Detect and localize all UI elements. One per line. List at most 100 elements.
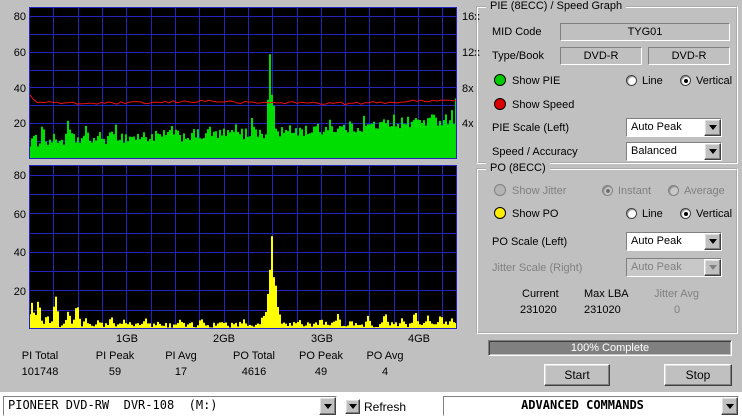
disc-quality-scan-window: { "chart_data": [ { "id": "pie-graph", "…	[0, 0, 742, 420]
po-scale-dropdown-button[interactable]	[704, 233, 721, 250]
jitter-scale-value: Auto Peak	[627, 259, 704, 276]
stop-button[interactable]: Stop	[664, 364, 732, 386]
stat-label: PO Total	[233, 350, 275, 362]
xtick-3gb: 3GB	[310, 333, 334, 345]
stat-value: 101748	[21, 366, 59, 378]
po-scale-select[interactable]: Auto Peak	[626, 232, 722, 251]
xtick-1gb: 1GB	[115, 333, 139, 345]
stat-pi-total: PI Total 101748	[4, 350, 76, 378]
jitter-average-radio[interactable]	[668, 185, 679, 196]
po-ytick: 60	[13, 209, 26, 221]
chevron-down-icon	[708, 149, 717, 154]
pie-scale-value: Auto Peak	[627, 119, 704, 136]
book-type-value: DVD-R	[648, 47, 730, 65]
speed-accuracy-value: Balanced	[627, 143, 704, 160]
stat-value: 17	[174, 366, 188, 378]
refresh-arrow-icon	[348, 404, 357, 409]
stat-pi-avg: PI Avg 17	[152, 350, 210, 378]
refresh-button[interactable]	[345, 399, 360, 414]
show-pie-label: Show PIE	[512, 75, 561, 87]
scan-progress-bar: 100% Complete	[488, 340, 732, 356]
po-scale-value: Auto Peak	[627, 233, 704, 250]
stat-value: 4616	[241, 366, 267, 378]
jitter-instant-radio[interactable]	[602, 185, 613, 196]
chevron-down-icon	[708, 239, 717, 244]
show-jitter-led-icon[interactable]	[494, 184, 506, 196]
show-speed-label: Show Speed	[512, 99, 575, 111]
speed-accuracy-label: Speed / Accuracy	[492, 146, 578, 158]
pie-speed-graph	[29, 7, 457, 159]
stat-label: PO Avg	[366, 350, 404, 362]
speed-accuracy-select[interactable]: Balanced	[626, 142, 722, 161]
show-jitter-label: Show Jitter	[512, 185, 567, 197]
stat-value: 4	[381, 366, 389, 378]
stat-label: PO Peak	[298, 350, 344, 362]
pie-ytick: 20	[13, 118, 26, 130]
drive-dropdown-button[interactable]	[319, 397, 336, 415]
max-lba-label: Max LBA	[584, 288, 629, 300]
show-pie-led-icon[interactable]	[494, 74, 506, 86]
stat-value: 59	[108, 366, 122, 378]
show-po-label: Show PO	[512, 208, 559, 220]
stat-po-peak: PO Peak 49	[290, 350, 352, 378]
pie-scale-dropdown-button[interactable]	[704, 119, 721, 136]
po-scale-label: PO Scale (Left)	[492, 236, 568, 248]
advanced-commands-value: ADVANCED COMMANDS	[444, 397, 721, 415]
po-ytick: 40	[13, 247, 26, 259]
disc-type-value: DVD-R	[560, 47, 642, 65]
stat-po-total: PO Total 4616	[220, 350, 288, 378]
mid-code-value: TYG01	[560, 23, 730, 41]
chevron-down-icon	[708, 265, 717, 270]
xtick-4gb: 4GB	[407, 333, 431, 345]
stat-po-avg: PO Avg 4	[360, 350, 410, 378]
pie-line-radio[interactable]	[626, 75, 637, 86]
stat-pi-peak: PI Peak 59	[84, 350, 146, 378]
chevron-down-icon	[708, 125, 717, 130]
pie-ytick: 80	[13, 11, 26, 23]
jitter-instant-label: Instant	[618, 185, 652, 197]
mid-code-label: MID Code	[492, 26, 542, 38]
start-button[interactable]: Start	[544, 364, 610, 386]
po-vertical-radio[interactable]	[680, 208, 691, 219]
pie-vertical-radio[interactable]	[680, 75, 691, 86]
po-ytick: 80	[13, 170, 26, 182]
jitter-avg-label: Jitter Avg	[654, 288, 700, 300]
jitter-avg-value: 0	[674, 304, 681, 316]
po-vertical-label[interactable]: Vertical	[696, 208, 732, 220]
chevron-down-icon	[323, 403, 332, 409]
bottom-bar: PIONEER DVD-RW DVR-108 (M:) Refresh ADVA…	[0, 392, 742, 420]
jitter-scale-label: Jitter Scale (Right)	[492, 262, 583, 274]
chevron-down-icon	[725, 403, 734, 409]
po-graph	[29, 165, 457, 329]
stat-label: PI Peak	[95, 350, 135, 362]
pie-line-label[interactable]: Line	[642, 75, 663, 87]
current-label: Current	[522, 288, 559, 300]
max-lba-value: 231020	[584, 304, 621, 316]
type-book-label: Type/Book	[492, 50, 544, 62]
stat-value: 49	[314, 366, 328, 378]
po-panel: PO (8ECC) Show Jitter Instant Average Sh…	[476, 162, 738, 334]
po-panel-title: PO (8ECC)	[486, 162, 550, 174]
pie-ytick: 60	[13, 47, 26, 59]
po-line-radio[interactable]	[626, 208, 637, 219]
stat-label: PI Avg	[165, 350, 197, 362]
show-po-led-icon[interactable]	[494, 207, 506, 219]
progress-text: 100% Complete	[570, 342, 650, 354]
pie-scale-select[interactable]: Auto Peak	[626, 118, 722, 137]
show-speed-led-icon[interactable]	[494, 98, 506, 110]
advanced-commands-dropdown-button[interactable]	[721, 397, 738, 415]
po-line-label[interactable]: Line	[642, 208, 663, 220]
refresh-label[interactable]: Refresh	[364, 400, 406, 414]
pie-panel-title: PIE (8ECC) / Speed Graph	[486, 0, 627, 12]
xtick-2gb: 2GB	[212, 333, 236, 345]
pie-speed-panel: PIE (8ECC) / Speed Graph MID Code TYG01 …	[476, 0, 738, 164]
pie-vertical-label[interactable]: Vertical	[696, 75, 732, 87]
advanced-commands-select[interactable]: ADVANCED COMMANDS	[443, 396, 739, 416]
jitter-scale-select: Auto Peak	[626, 258, 722, 277]
current-value: 231020	[520, 304, 557, 316]
pie-ytick: 40	[13, 83, 26, 95]
jitter-scale-dropdown-button	[704, 259, 721, 276]
speed-accuracy-dropdown-button[interactable]	[704, 143, 721, 160]
drive-select-value: PIONEER DVD-RW DVR-108 (M:)	[4, 397, 319, 415]
drive-select[interactable]: PIONEER DVD-RW DVR-108 (M:)	[3, 396, 337, 416]
